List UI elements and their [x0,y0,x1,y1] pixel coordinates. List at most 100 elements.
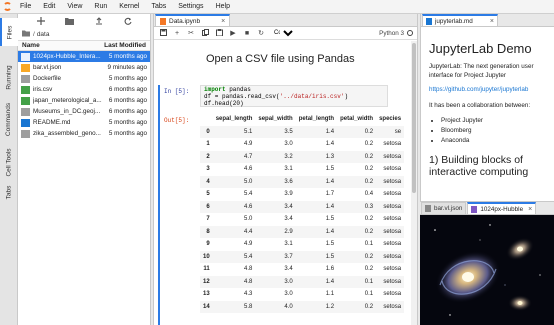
table-row: 9 4.9 3.1 1.5 0.1 setosa [200,238,404,251]
menu-help[interactable]: Help [210,3,236,10]
table-cell: 5.0 [244,216,253,223]
file-list-item[interactable]: Museums_in_DC.geoj... 6 months ago [18,106,150,117]
table-header-row: sepal_length sepal_width petal_length petal… [200,113,404,126]
table-cell: 1.4 [325,178,335,185]
code-editor[interactable]: import pandas df = pandas.read_csv('../d… [200,85,388,107]
file-modified: 6 months ago [108,86,147,93]
name-column-header[interactable]: Name [22,42,40,49]
code-cell[interactable]: In [5]: import pandas df = pandas.read_c… [158,85,394,143]
table-row: 14 5.8 4.0 1.2 0.2 setosa [200,300,405,313]
menu-settings[interactable]: Settings [172,3,209,10]
restart-icon[interactable]: ↻ [256,29,266,37]
file-list-item[interactable]: iris.csv 6 months ago [18,84,150,95]
breadcrumb-item[interactable]: data [37,31,50,38]
table-cell: 1.3 [325,153,335,160]
upload-button[interactable] [93,15,105,27]
table-cell: 3.2 [284,153,293,160]
table-cell: 0.2 [364,128,374,135]
file-list-item[interactable]: Dockerfile 5 months ago [18,73,150,84]
image-file-icon [471,205,478,213]
tab-hubble-image[interactable]: 1024px-Hubble × [467,202,537,214]
file-name: Museums_in_DC.geoj... [33,108,101,115]
tab-label: bar.vl.json [434,205,463,212]
file-list-item[interactable]: 1024px-Hubble_Intera... 5 months ago [18,51,150,62]
new-folder-button[interactable] [64,15,76,27]
table-row: 12 4.8 3.0 1.4 0.1 setosa [200,275,405,288]
table-cell: 0.3 [364,203,374,210]
kernel-status[interactable]: Python 3 [379,30,413,37]
run-icon[interactable]: ▶ [228,29,238,37]
folder-plus-icon [65,18,74,25]
sidebar-tab-files[interactable]: Files [0,18,18,46]
image-panel: bar.vl.json 1024px-Hubble × [420,201,554,325]
scrollbar-thumb[interactable] [412,43,416,193]
save-icon[interactable] [158,28,168,38]
table-cell: 0.2 [364,216,374,223]
markdown-tabbar: jupyterlab.md × [421,14,554,27]
file-icon [21,107,30,116]
close-icon[interactable]: × [528,206,532,213]
table-cell: 1.4 [325,128,335,135]
menu-run[interactable]: Run [88,3,113,10]
table-cell: setosa [383,278,402,285]
copy-icon[interactable] [200,28,210,38]
markdown-view: JupyterLab Demo JupyterLab: The next gen… [421,27,554,213]
cut-icon[interactable]: ✂ [186,29,196,37]
row-index: 9 [206,241,210,248]
stop-icon[interactable]: ■ [242,30,252,37]
table-cell: 4.6 [244,166,253,173]
file-modified: 9 minutes ago [107,64,147,71]
table-column-header: sepal_width [258,116,293,123]
sidebar-tab-running[interactable]: Running [0,58,18,96]
cell-type-select[interactable]: Code [270,28,296,38]
close-icon[interactable]: × [221,18,225,25]
row-index: 11 [203,266,210,273]
sidebar-tab-cell-tools[interactable]: Cell Tools [0,142,18,182]
refresh-button[interactable] [122,15,134,27]
csv-icon [21,85,30,94]
menu-file[interactable]: File [14,3,37,10]
markdown-file-icon [426,17,432,25]
sidebar-tab-commands[interactable]: Commands [0,98,18,140]
table-cell: 0.2 [364,228,374,235]
input-prompt: In [5]: [164,88,190,95]
json-file-icon [425,205,431,212]
new-launcher-button[interactable] [35,15,47,27]
file-list-item[interactable]: japan_meterological_a... 6 months ago [18,95,150,106]
close-icon[interactable]: × [490,18,494,25]
table-cell: 4.6 [244,203,253,210]
menu-edit[interactable]: Edit [37,3,61,10]
sidebar-tab-tabs[interactable]: Tabs [0,180,18,204]
table-row: 10 5.4 3.7 1.5 0.2 setosa [200,250,405,263]
table-cell: setosa [383,228,402,235]
table-row: 7 5.0 3.4 1.5 0.2 setosa [200,213,404,226]
file-icon [21,129,30,138]
insert-cell-icon[interactable]: + [172,30,182,37]
notebook-scrollbar[interactable] [411,41,417,325]
table-cell: setosa [383,266,402,273]
tab-bar-vl-json[interactable]: bar.vl.json [421,202,467,214]
table-cell: 4.8 [244,278,253,285]
folder-icon[interactable] [22,30,30,39]
file-list: 1024px-Hubble_Intera... 5 months ago bar.v… [18,51,150,139]
paste-icon[interactable] [214,28,224,38]
file-list-item[interactable]: bar.vl.json 9 minutes ago [18,62,150,73]
file-modified: 5 months ago [108,130,147,137]
table-cell: 1.7 [325,191,335,198]
file-list-item[interactable]: zika_assembled_geno... 5 months ago [18,128,150,139]
table-cell: 0.1 [364,278,374,285]
menu-bar: File Edit View Run Kernel Tabs Settings Help [0,0,554,14]
file-list-item[interactable]: README.md 5 months ago [18,117,150,128]
menu-tabs[interactable]: Tabs [145,3,172,10]
json-icon [21,63,30,72]
file-modified: 5 months ago [108,53,147,60]
file-modified: 5 months ago [108,75,147,82]
table-row: 11 4.8 3.4 1.6 0.2 setosa [200,263,404,276]
modified-column-header[interactable]: Last Modified [104,42,146,49]
file-list-header: Name Last Modified [18,40,150,51]
tab-data-ipynb[interactable]: Data.ipynb × [155,14,231,26]
menu-view[interactable]: View [61,3,88,10]
menu-kernel[interactable]: Kernel [113,3,145,10]
tab-jupyterlab-md[interactable]: jupyterlab.md × [422,14,498,26]
md-link[interactable]: https://github.com/jupyter/jupyterlab [429,86,548,93]
